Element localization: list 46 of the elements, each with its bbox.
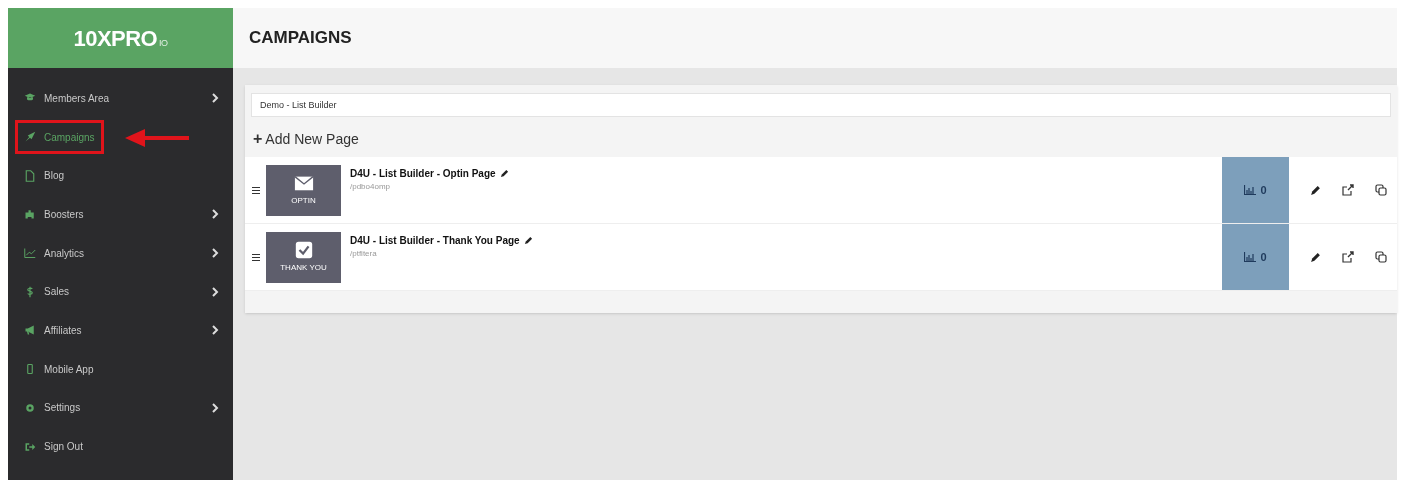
views-counter[interactable]: 0 <box>1222 157 1289 223</box>
arrow-annotation <box>125 128 189 147</box>
external-link-icon[interactable] <box>1341 184 1354 196</box>
envelope-icon <box>292 173 315 193</box>
line-chart-icon <box>24 247 36 260</box>
pencil-icon[interactable] <box>1309 251 1321 263</box>
page-slug: /pdbo4omp <box>350 181 392 193</box>
dollar-icon <box>24 285 36 298</box>
settings-icon <box>24 401 36 414</box>
sign-out-icon <box>24 440 36 453</box>
page-title: CAMPAIGNS <box>249 27 352 50</box>
sidebar-item[interactable]: Boosters <box>18 200 90 229</box>
sidebar-item[interactable]: Blog <box>18 161 70 190</box>
pencil-icon[interactable] <box>523 236 533 245</box>
copy-icon[interactable] <box>1374 251 1387 263</box>
page-title: D4U - List Builder - Optin Page <box>350 167 496 181</box>
sidebar-item[interactable]: Members Area <box>18 84 116 113</box>
pencil-icon[interactable] <box>1309 184 1321 196</box>
document-icon <box>24 169 36 182</box>
page-thumbnail[interactable]: THANK YOU <box>266 231 341 283</box>
views-counter[interactable]: 0 <box>1222 224 1289 290</box>
sidebar-item[interactable]: Settings <box>18 393 87 422</box>
puzzle-icon <box>24 208 36 221</box>
bar-chart-icon <box>1244 252 1257 262</box>
bar-chart-icon <box>1244 185 1257 195</box>
page-title: D4U - List Builder - Thank You Page <box>350 234 520 248</box>
copy-icon[interactable] <box>1374 184 1387 196</box>
campaign-name-field[interactable]: Demo - List Builder <box>251 93 1391 117</box>
rocket-icon <box>24 131 36 144</box>
sidebar-item[interactable]: Sign Out <box>18 432 89 461</box>
thumbnail-label: THANK YOU <box>280 262 327 274</box>
page-thumbnail[interactable]: OPTIN <box>266 164 341 216</box>
megaphone-icon <box>24 324 36 337</box>
drag-handle-icon[interactable] <box>252 253 260 261</box>
phone-icon <box>24 363 36 376</box>
external-link-icon[interactable] <box>1341 251 1354 263</box>
sidebar-item[interactable]: Mobile App <box>18 355 100 384</box>
add-page-button[interactable]: + Add New Page <box>245 121 367 157</box>
page-slug: /ptfitera <box>350 248 378 260</box>
sidebar-item[interactable]: Analytics <box>18 239 90 268</box>
sidebar-item[interactable]: Affiliates <box>18 316 88 345</box>
pencil-icon[interactable] <box>499 169 509 178</box>
drag-handle-icon[interactable] <box>252 186 260 194</box>
thumbnail-label: OPTIN <box>291 195 316 207</box>
sidebar-item[interactable]: Sales <box>18 277 75 306</box>
sidebar-item[interactable]: Campaigns <box>18 123 101 152</box>
